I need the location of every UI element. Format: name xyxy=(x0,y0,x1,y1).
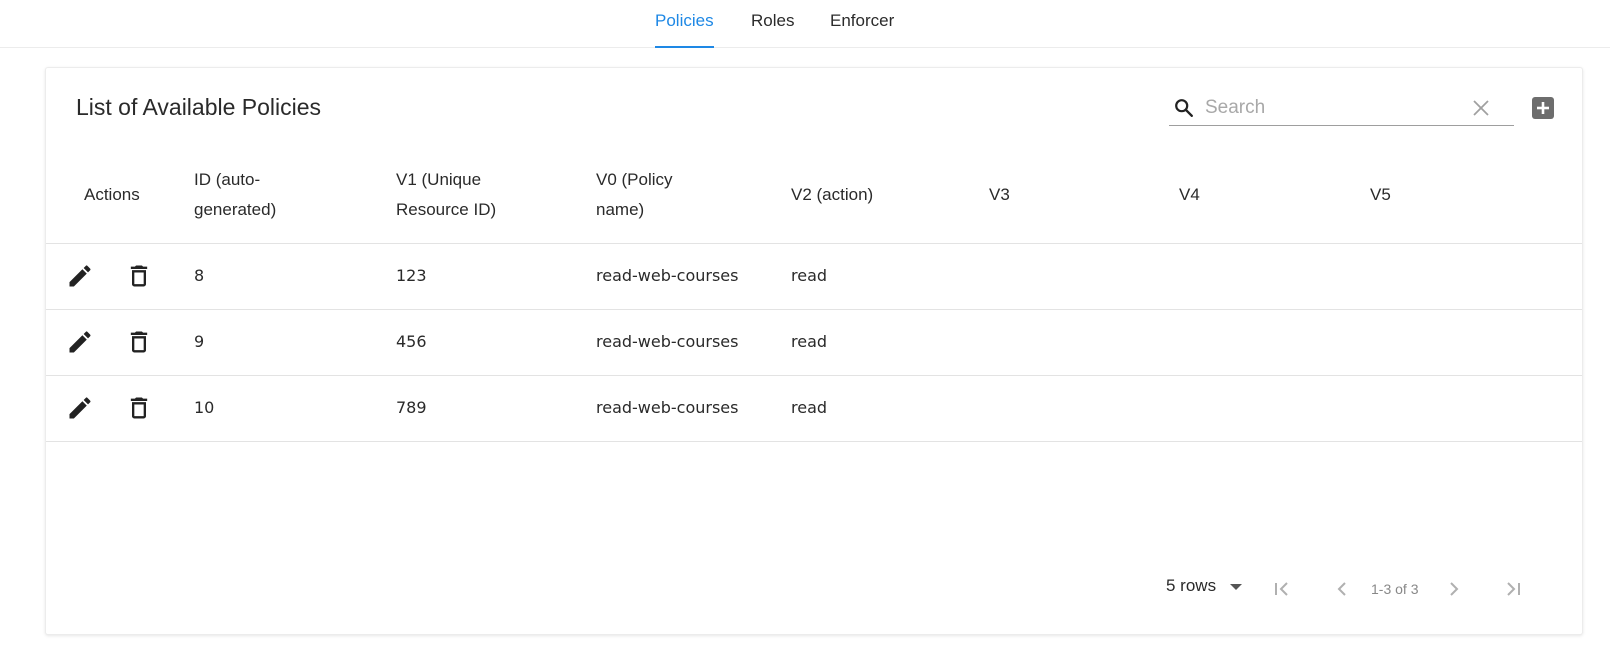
cell-v0: read-web-courses xyxy=(596,332,739,351)
cell-id: 10 xyxy=(194,398,215,417)
table-row: 10 789 read-web-courses read xyxy=(46,376,1582,442)
cell-v1: 456 xyxy=(396,332,427,351)
page-range: 1-3 of 3 xyxy=(1371,581,1419,597)
cell-id: 9 xyxy=(194,332,205,351)
cell-v1: 789 xyxy=(396,398,427,417)
header-v5[interactable]: V5 xyxy=(1370,180,1391,210)
header-v4[interactable]: V4 xyxy=(1179,180,1200,210)
rows-per-page-select[interactable]: 5 rows xyxy=(1166,576,1243,596)
tab-enforcer[interactable]: Enforcer xyxy=(830,10,894,48)
header-id[interactable]: ID (auto- generated) xyxy=(194,165,276,225)
card-title: List of Available Policies xyxy=(76,94,322,120)
header-v1-line1: V1 (Unique xyxy=(396,170,482,189)
next-page-icon[interactable] xyxy=(1442,577,1466,601)
cell-v0: read-web-courses xyxy=(596,398,739,417)
cell-v2: read xyxy=(791,266,828,285)
search-icon xyxy=(1175,99,1193,117)
header-v3[interactable]: V3 xyxy=(989,180,1010,210)
delete-icon[interactable] xyxy=(125,394,153,422)
tab-roles[interactable]: Roles xyxy=(751,10,794,48)
header-v0-line2: name) xyxy=(596,200,645,219)
chevron-down-icon xyxy=(1230,583,1243,590)
header-v0[interactable]: V0 (Policy name) xyxy=(596,165,673,225)
header-v2[interactable]: V2 (action) xyxy=(791,180,873,210)
delete-icon[interactable] xyxy=(125,328,153,356)
add-box-icon[interactable] xyxy=(1531,96,1555,120)
cell-id: 8 xyxy=(194,266,205,285)
table-row: 9 456 read-web-courses read xyxy=(46,310,1582,376)
edit-icon[interactable] xyxy=(66,394,94,422)
rows-per-page-value: 5 rows xyxy=(1166,576,1217,595)
header-v1[interactable]: V1 (Unique Resource ID) xyxy=(396,165,496,225)
header-v0-line1: V0 (Policy xyxy=(596,170,673,189)
delete-icon[interactable] xyxy=(125,262,153,290)
cell-v2: read xyxy=(791,398,828,417)
tab-policies[interactable]: Policies xyxy=(655,10,714,48)
cell-v2: read xyxy=(791,332,828,351)
header-actions: Actions xyxy=(84,185,140,204)
last-page-icon[interactable] xyxy=(1501,577,1525,601)
top-navigation: Policies Roles Enforcer xyxy=(0,0,1610,48)
pagination: 5 rows 1-3 of 3 xyxy=(46,568,1582,608)
close-icon[interactable] xyxy=(1472,99,1490,117)
first-page-icon[interactable] xyxy=(1270,577,1294,601)
header-id-line2: generated) xyxy=(194,200,277,219)
header-id-line1: ID (auto- xyxy=(194,170,261,189)
previous-page-icon[interactable] xyxy=(1330,577,1354,601)
edit-icon[interactable] xyxy=(66,328,94,356)
edit-icon[interactable] xyxy=(66,262,94,290)
header-v1-line2: Resource ID) xyxy=(396,200,497,219)
table-row: 8 123 read-web-courses read xyxy=(46,244,1582,310)
search-box xyxy=(1169,90,1514,126)
search-input[interactable] xyxy=(1205,94,1465,122)
cell-v1: 123 xyxy=(396,266,427,285)
policies-card: List of Available Policies Actions ID (a… xyxy=(45,67,1583,635)
cell-v0: read-web-courses xyxy=(596,266,739,285)
